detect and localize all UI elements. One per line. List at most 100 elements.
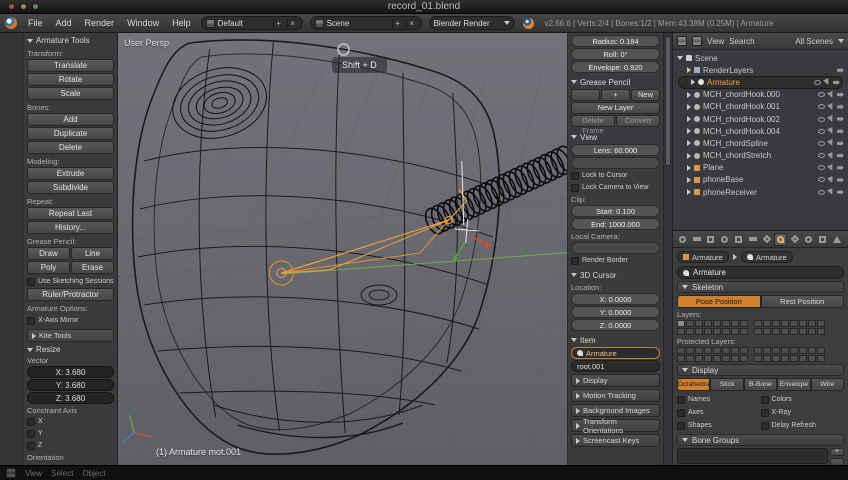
tab-object[interactable]: [732, 233, 745, 246]
outliner-filter-dropdown[interactable]: All Scenes: [795, 37, 833, 46]
selectability-toggle-icon[interactable]: [827, 175, 835, 184]
lock-to-object-field[interactable]: [571, 157, 660, 169]
constraint-z-checkbox[interactable]: Z: [27, 440, 114, 451]
resize-z-field[interactable]: Z: 3.680: [27, 392, 114, 404]
outliner-row-renderlayers[interactable]: RenderLayers: [675, 64, 846, 76]
add-layout-button[interactable]: +: [272, 18, 284, 28]
gp-poly-button[interactable]: Poly: [27, 261, 70, 274]
gp-line-button[interactable]: Line: [71, 247, 114, 260]
expand-icon[interactable]: [687, 152, 691, 159]
delete-button[interactable]: Delete: [27, 141, 114, 154]
cursor-x-field[interactable]: X: 0.0000: [571, 293, 660, 305]
menu-add[interactable]: Add: [50, 16, 78, 30]
outliner-row-phonereceiver[interactable]: phoneReceiver: [675, 186, 846, 198]
tab-modifiers[interactable]: [760, 233, 773, 246]
x-axis-mirror-checkbox[interactable]: X-Axis Mirror: [27, 315, 114, 326]
add-bone-group-button[interactable]: +: [830, 448, 844, 456]
display-mode-icon[interactable]: [692, 36, 702, 46]
sketching-sessions-checkbox[interactable]: Use Sketching Sessions: [27, 276, 114, 287]
outliner-view-menu[interactable]: View: [707, 37, 724, 46]
lock-to-cursor-checkbox[interactable]: Lock to Cursor: [571, 170, 660, 181]
outliner-row-mch-chordstretch[interactable]: MCH_chordStretch: [675, 150, 846, 162]
bone-groups-listbox[interactable]: [677, 448, 828, 464]
item-panel-header[interactable]: Item: [571, 334, 660, 346]
history-button[interactable]: History...: [27, 221, 114, 234]
expand-icon[interactable]: [687, 140, 691, 147]
visibility-toggle-icon[interactable]: [818, 104, 825, 110]
visibility-toggle-icon[interactable]: [818, 128, 825, 134]
outliner-row-mch-chordhook-002[interactable]: MCH_chordHook.002: [675, 113, 846, 125]
armature-name-field[interactable]: Armature: [677, 266, 844, 279]
outliner-row-mch-chordspline[interactable]: MCH_chordSpline: [675, 137, 846, 149]
visibility-toggle-icon[interactable]: [814, 79, 821, 85]
transform-orientations-panel-header[interactable]: Transform Orientations: [571, 417, 660, 435]
protected-grid-right[interactable]: [754, 347, 825, 362]
active-object-name-field[interactable]: Armature: [571, 347, 660, 359]
breadcrumb-object[interactable]: Armature: [677, 251, 729, 263]
expand-icon[interactable]: [687, 116, 691, 123]
visibility-toggle-icon[interactable]: [818, 140, 825, 146]
expand-icon[interactable]: [687, 91, 691, 98]
breadcrumb-data[interactable]: Armature: [740, 251, 793, 263]
scrollbar-thumb[interactable]: [665, 36, 671, 166]
menu-file[interactable]: File: [22, 16, 49, 30]
menu-window[interactable]: Window: [121, 16, 165, 30]
delete-scene-button[interactable]: ×: [405, 18, 417, 28]
render-toggle-icon[interactable]: [837, 116, 844, 122]
tool-shelf-header[interactable]: Armature Tools: [27, 36, 114, 45]
gp-new-button[interactable]: New: [631, 89, 660, 101]
layer-grid-right[interactable]: [754, 320, 825, 335]
envelope-button[interactable]: Envelope: [777, 378, 811, 391]
grease-pencil-panel-header[interactable]: Grease Pencil: [571, 76, 660, 88]
visibility-toggle-icon[interactable]: [818, 177, 825, 183]
constraint-y-checkbox[interactable]: Y: [27, 428, 114, 439]
tab-render[interactable]: [676, 233, 689, 246]
selectability-toggle-icon[interactable]: [827, 90, 835, 99]
selectability-toggle-icon[interactable]: [827, 151, 835, 160]
minimize-window-button[interactable]: [20, 3, 27, 10]
clip-end-field[interactable]: End: 1000.000: [571, 218, 660, 230]
translate-button[interactable]: Translate: [27, 59, 114, 72]
axes-checkbox[interactable]: Axes: [677, 407, 761, 418]
envelope-field[interactable]: Envelope: 0.920: [571, 61, 660, 73]
ruler-protractor-button[interactable]: Ruler/Protractor: [27, 288, 114, 301]
tab-scene[interactable]: [704, 233, 717, 246]
render-engine-selector[interactable]: Blender Render: [428, 16, 515, 30]
visibility-toggle-icon[interactable]: [818, 165, 825, 171]
skeleton-panel-header[interactable]: Skeleton: [677, 281, 844, 293]
view-menu[interactable]: View: [25, 469, 42, 478]
active-bone-name-field[interactable]: root.001: [571, 360, 660, 372]
motion-tracking-panel-header[interactable]: Motion Tracking: [571, 389, 660, 402]
tab-texture[interactable]: [816, 233, 829, 246]
operator-panel-header[interactable]: Resize: [27, 345, 114, 354]
cursor-z-field[interactable]: Z: 0.0000: [571, 319, 660, 331]
cursor-panel-header[interactable]: 3D Cursor: [571, 269, 660, 281]
tab-bone[interactable]: [788, 233, 801, 246]
outliner-row-mch-chordhook-004[interactable]: MCH_chordHook.004: [675, 125, 846, 137]
visibility-toggle-icon[interactable]: [818, 153, 825, 159]
selectability-toggle-icon[interactable]: [827, 188, 835, 197]
selectability-toggle-icon[interactable]: [823, 78, 831, 87]
protected-grid-left[interactable]: [677, 347, 748, 362]
expand-icon[interactable]: [687, 67, 691, 74]
menu-help[interactable]: Help: [166, 16, 197, 30]
outliner-row-mch-chordhook-000[interactable]: MCH_chordHook.000: [675, 89, 846, 101]
expand-icon[interactable]: [687, 103, 691, 110]
visibility-toggle-icon[interactable]: [818, 189, 825, 195]
visibility-toggle-icon[interactable]: [818, 92, 825, 98]
bbone-button[interactable]: B-Bone: [743, 378, 778, 391]
render-toggle-icon[interactable]: [837, 92, 844, 98]
expand-icon[interactable]: [687, 176, 691, 183]
viewport-3d[interactable]: User Persp Shift + D (1) Armature mot.00…: [118, 33, 672, 465]
radius-field[interactable]: Radius: 0.184: [571, 35, 660, 47]
lens-field[interactable]: Lens: 60.000: [571, 144, 660, 156]
render-toggle-icon[interactable]: [837, 177, 844, 183]
gp-erase-button[interactable]: Erase: [71, 261, 114, 274]
zoom-window-button[interactable]: [32, 3, 39, 10]
outliner-row-mch-chordhook-001[interactable]: MCH_chordHook.001: [675, 101, 846, 113]
resize-y-field[interactable]: Y: 3.680: [27, 379, 114, 391]
scene-selector[interactable]: Scene + ×: [309, 16, 422, 30]
expand-icon[interactable]: [687, 128, 691, 135]
delete-frame-button[interactable]: Delete Frame: [571, 115, 615, 135]
tab-physics[interactable]: [830, 233, 843, 246]
